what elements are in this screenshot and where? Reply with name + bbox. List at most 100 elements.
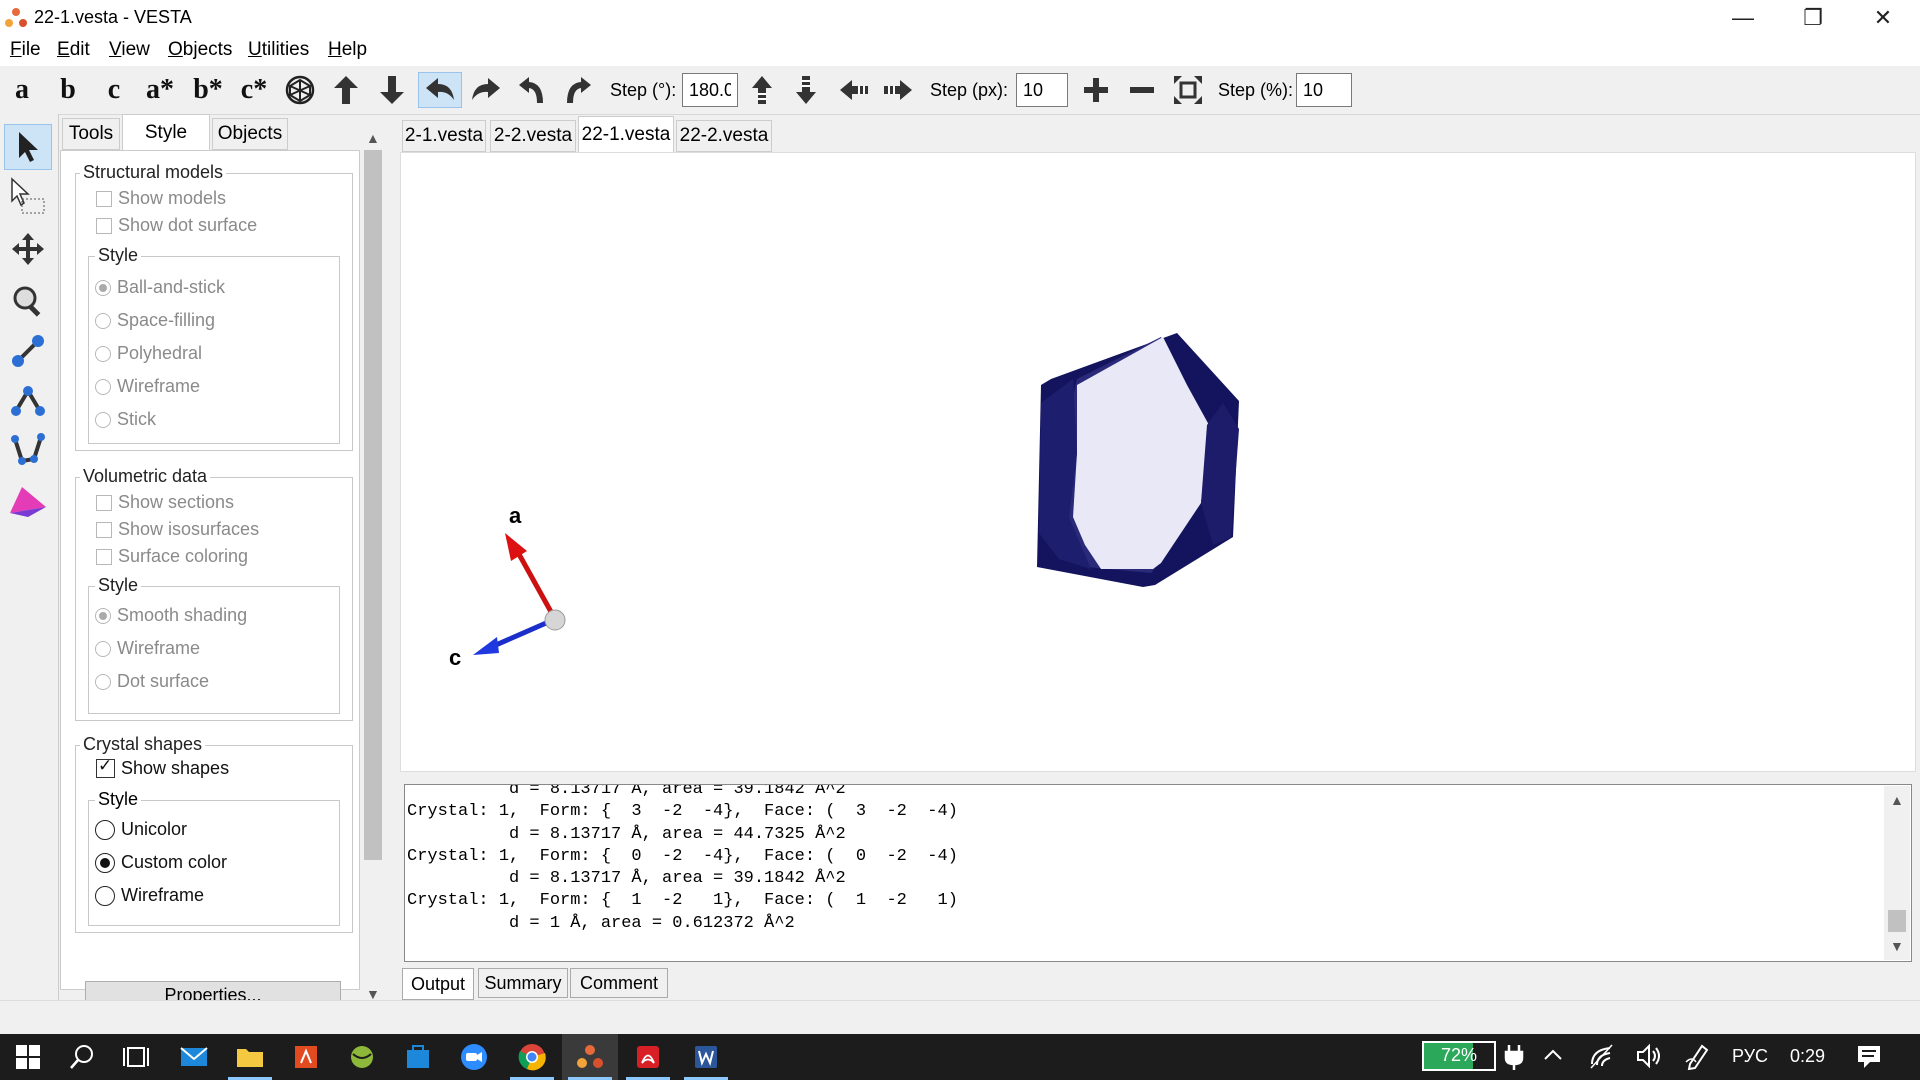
view-along-c-star-button[interactable]: c*	[234, 72, 274, 108]
power-plug-icon[interactable]	[1504, 1044, 1524, 1075]
show-hidden-icons-chevron-icon[interactable]	[1542, 1044, 1564, 1072]
network-icon[interactable]	[1588, 1042, 1616, 1075]
standard-orientation-button[interactable]	[280, 72, 320, 108]
doc-tab-2-1[interactable]: 2-1.vesta	[402, 120, 486, 152]
battery-indicator[interactable]: 72%	[1422, 1041, 1496, 1071]
start-button[interactable]	[0, 1034, 56, 1080]
tab-objects[interactable]: Objects	[212, 118, 288, 150]
view-along-a-button[interactable]: a	[2, 72, 42, 108]
translate-left-button[interactable]	[834, 72, 874, 108]
panel-scroll-thumb[interactable]	[364, 150, 382, 860]
rotate-down-button[interactable]	[372, 72, 412, 108]
pen-ink-icon[interactable]	[1684, 1042, 1712, 1075]
taskbar-store[interactable]	[390, 1034, 446, 1080]
distance-tool-button[interactable]	[4, 328, 52, 374]
taskbar-zoom[interactable]	[446, 1034, 502, 1080]
translate-up-button[interactable]	[742, 72, 782, 108]
taskbar-chrome[interactable]	[504, 1034, 560, 1080]
area-select-tool-button[interactable]	[4, 174, 52, 220]
tab-style[interactable]: Style	[122, 114, 210, 150]
output-scroll-thumb[interactable]	[1888, 910, 1906, 932]
zoom-in-button[interactable]	[1076, 72, 1116, 108]
action-center-icon[interactable]	[1856, 1044, 1882, 1075]
minimize-button[interactable]: —	[1708, 0, 1778, 36]
magnify-tool-button[interactable]	[4, 278, 52, 324]
view-along-c-button[interactable]: c	[94, 72, 134, 108]
menu-file[interactable]: File	[10, 39, 41, 61]
rotate-cw-button[interactable]	[558, 72, 598, 108]
restore-button[interactable]: ❐	[1778, 0, 1848, 36]
task-view-button[interactable]	[108, 1034, 164, 1080]
polyhedral-radio[interactable]: Polyhedral	[95, 343, 202, 364]
taskbar-acrobat[interactable]	[620, 1034, 676, 1080]
rotate-ccw-button[interactable]	[512, 72, 552, 108]
space-filling-radio[interactable]: Space-filling	[95, 310, 215, 331]
fit-to-screen-button[interactable]	[1168, 72, 1208, 108]
menu-edit[interactable]: Edit	[57, 39, 90, 61]
show-isosurfaces-checkbox[interactable]: Show isosurfaces	[96, 519, 259, 540]
taskbar-vesta[interactable]	[562, 1034, 618, 1080]
doc-tab-2-2[interactable]: 2-2.vesta	[490, 120, 576, 152]
stick-radio[interactable]: Stick	[95, 409, 156, 430]
smooth-shading-radio[interactable]: Smooth shading	[95, 605, 247, 626]
step-px-input[interactable]	[1016, 73, 1068, 107]
view-along-b-button[interactable]: b	[48, 72, 88, 108]
ball-and-stick-radio[interactable]: Ball-and-stick	[95, 277, 225, 298]
tab-output[interactable]: Output	[402, 968, 474, 1000]
output-scroll-up-icon[interactable]: ▲	[1890, 792, 1904, 808]
dot-surface-radio[interactable]: Dot surface	[95, 671, 209, 692]
rotate-right-button[interactable]	[466, 72, 506, 108]
menu-view[interactable]: View	[109, 39, 150, 61]
translate-tool-button[interactable]	[4, 226, 52, 272]
show-shapes-checkbox[interactable]: Show shapes	[96, 756, 229, 779]
tab-comment[interactable]: Comment	[570, 968, 668, 998]
clock-time[interactable]: 0:29	[1790, 1046, 1825, 1067]
doc-tab-22-1[interactable]: 22-1.vesta	[578, 116, 674, 152]
input-language[interactable]: РУС	[1732, 1046, 1768, 1067]
taskbar-search-button[interactable]	[54, 1034, 110, 1080]
doc-tab-22-2[interactable]: 22-2.vesta	[676, 120, 772, 152]
menu-utilities[interactable]: Utilities	[248, 39, 309, 61]
translate-right-button[interactable]	[878, 72, 918, 108]
show-models-checkbox[interactable]: Show models	[96, 188, 226, 209]
show-dot-surface-checkbox[interactable]: Show dot surface	[96, 215, 257, 236]
structural-wireframe-radio[interactable]: Wireframe	[95, 376, 200, 397]
taskbar-mail-app[interactable]	[166, 1034, 222, 1080]
close-button[interactable]: ✕	[1848, 0, 1918, 36]
taskbar-word[interactable]	[678, 1034, 734, 1080]
angle-tool-button[interactable]	[4, 378, 52, 424]
step-deg-input[interactable]	[682, 73, 738, 107]
tab-tools[interactable]: Tools	[62, 118, 120, 150]
dihedral-tool-button[interactable]	[4, 428, 52, 474]
view-along-b-star-button[interactable]: b*	[188, 72, 228, 108]
plane-tool-button[interactable]	[4, 478, 52, 524]
taskbar-app-office[interactable]	[278, 1034, 334, 1080]
step-pct-input[interactable]	[1296, 73, 1352, 107]
custom-color-radio[interactable]: Custom color	[95, 852, 227, 873]
structure-viewport[interactable]: a c	[400, 152, 1916, 772]
output-scrollbar[interactable]: ▲ ▼	[1884, 786, 1910, 960]
battery-percent: 72%	[1440, 1045, 1478, 1065]
taskbar-file-explorer[interactable]	[222, 1034, 278, 1080]
surface-coloring-checkbox[interactable]: Surface coloring	[96, 546, 248, 567]
menu-help[interactable]: Help	[328, 39, 367, 61]
tab-summary[interactable]: Summary	[478, 968, 568, 998]
zoom-out-button[interactable]	[1122, 72, 1162, 108]
output-scroll-down-icon[interactable]: ▼	[1890, 938, 1904, 954]
volume-icon[interactable]	[1636, 1043, 1664, 1074]
output-text-area[interactable]: d = 8.13717 Å, area = 39.1842 Å^2 Crysta…	[404, 784, 1912, 962]
menu-objects[interactable]: Objects	[168, 39, 232, 61]
show-sections-checkbox[interactable]: Show sections	[96, 492, 234, 513]
panel-scrollbar[interactable]: ▲ ▼	[362, 128, 384, 1002]
unicolor-radio[interactable]: Unicolor	[95, 819, 187, 840]
rotate-up-button[interactable]	[326, 72, 366, 108]
volumetric-wireframe-radio[interactable]: Wireframe	[95, 638, 200, 659]
view-along-a-star-button[interactable]: a*	[140, 72, 180, 108]
office-app-icon	[295, 1046, 317, 1068]
rotate-left-button[interactable]	[418, 72, 462, 108]
select-tool-button[interactable]	[4, 124, 52, 170]
taskbar-app-green[interactable]	[334, 1034, 390, 1080]
scroll-up-icon[interactable]: ▲	[366, 130, 380, 146]
crystal-wireframe-radio[interactable]: Wireframe	[95, 885, 204, 906]
translate-down-button[interactable]	[786, 72, 826, 108]
